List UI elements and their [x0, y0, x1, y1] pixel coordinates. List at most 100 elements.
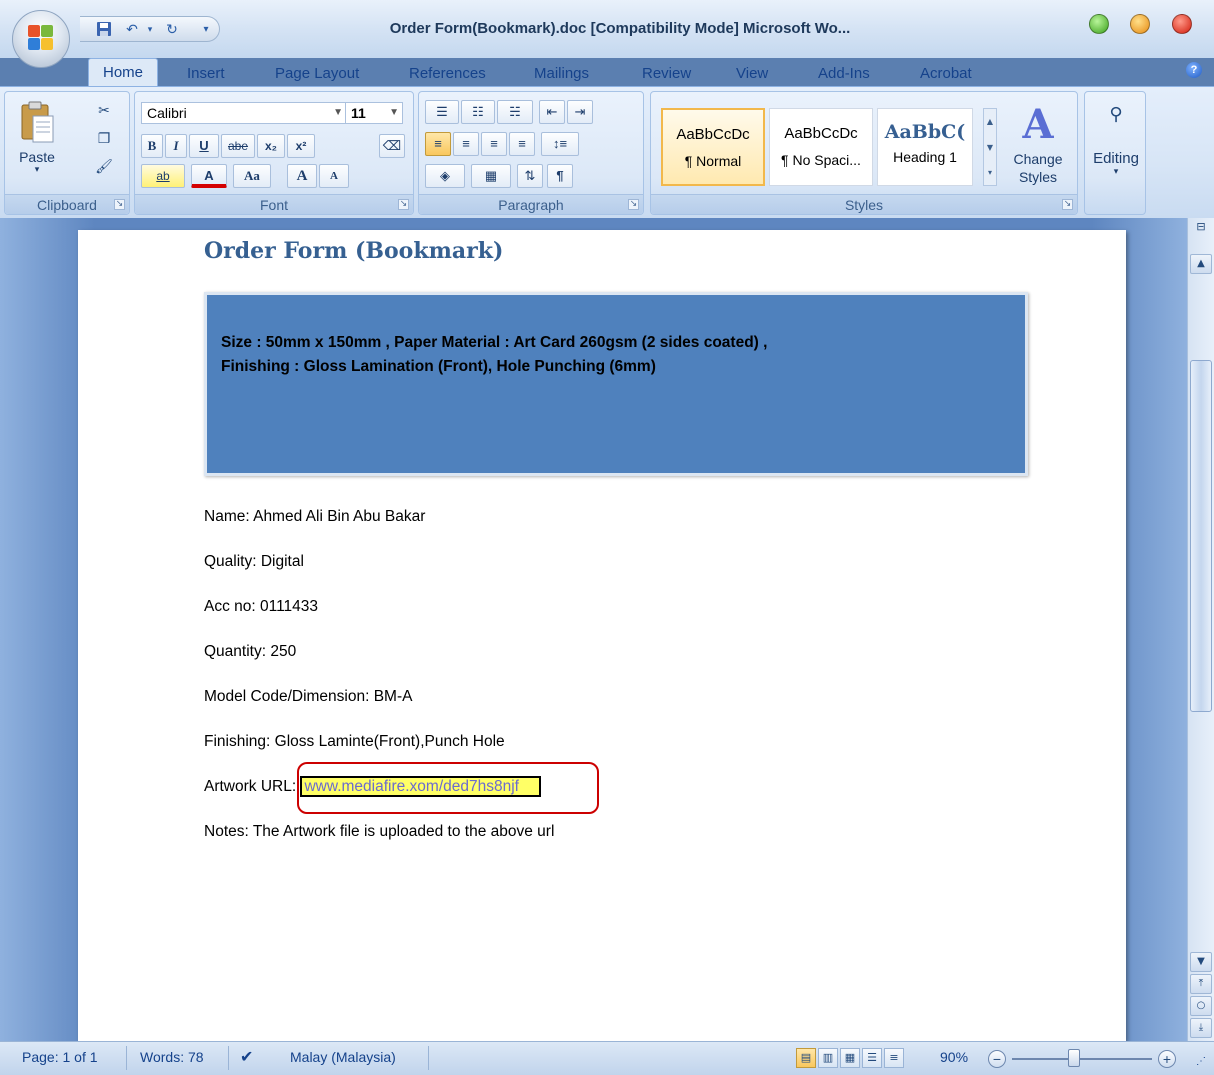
- font-family-select[interactable]: Calibri ▼: [141, 102, 347, 124]
- styles-launcher-icon[interactable]: ↘: [1062, 199, 1073, 210]
- font-size-select[interactable]: 11 ▼: [345, 102, 403, 124]
- tab-review[interactable]: Review: [642, 62, 691, 86]
- justify-icon[interactable]: ≡: [509, 132, 535, 156]
- bullets-icon[interactable]: ☰: [425, 100, 459, 124]
- scroll-down-icon[interactable]: ▼: [1190, 952, 1212, 972]
- editing-dropdown-icon: ▾: [1113, 167, 1119, 177]
- shading-icon[interactable]: ◈: [425, 164, 465, 188]
- language[interactable]: Malay (Malaysia): [290, 1049, 396, 1065]
- sort-icon[interactable]: ⇅: [517, 164, 543, 188]
- outline-icon[interactable]: ☰: [862, 1048, 882, 1068]
- tab-page-layout[interactable]: Page Layout: [275, 62, 359, 86]
- align-left-icon[interactable]: ≡: [425, 132, 451, 156]
- align-right-icon[interactable]: ≡: [481, 132, 507, 156]
- show-formatting-icon[interactable]: ¶: [547, 164, 573, 188]
- close-icon[interactable]: [1172, 14, 1192, 34]
- strikethrough-button[interactable]: abe: [221, 134, 255, 158]
- paste-button[interactable]: Paste ▾: [11, 98, 63, 186]
- zoom-out-icon[interactable]: −: [988, 1050, 1006, 1068]
- decrease-indent-icon[interactable]: ⇤: [539, 100, 565, 124]
- superscript-button[interactable]: x²: [287, 134, 315, 158]
- tab-references[interactable]: References: [409, 62, 486, 86]
- zoom-in-icon[interactable]: +: [1158, 1050, 1176, 1068]
- scroll-thumb[interactable]: [1190, 360, 1212, 712]
- grow-font-button[interactable]: A: [287, 164, 317, 188]
- cut-icon[interactable]: ✂: [93, 100, 115, 122]
- multilevel-list-icon[interactable]: ☵: [497, 100, 533, 124]
- document-page[interactable]: Order Form (Bookmark) Size : 50mm x 150m…: [78, 230, 1126, 1041]
- italic-button[interactable]: I: [165, 134, 187, 158]
- proofing-icon[interactable]: ✔: [240, 1047, 253, 1067]
- tab-home[interactable]: Home: [88, 58, 159, 87]
- style-normal[interactable]: AaBbCcDc ¶ Normal: [661, 108, 765, 186]
- style-no-spacing[interactable]: AaBbCcDc ¶ No Spaci...: [769, 108, 873, 186]
- clear-formatting-icon[interactable]: ⌫: [379, 134, 405, 158]
- styles-scroll[interactable]: ▲ ▼ ▾: [983, 108, 997, 186]
- customize-icon[interactable]: ▾: [196, 21, 216, 39]
- font-color-button[interactable]: A: [191, 164, 227, 188]
- change-case-button[interactable]: Aa: [233, 164, 271, 188]
- tab-insert[interactable]: Insert: [187, 62, 225, 86]
- web-layout-icon[interactable]: ▦: [840, 1048, 860, 1068]
- page-count[interactable]: Page: 1 of 1: [22, 1049, 98, 1065]
- undo-dropdown-icon[interactable]: ▾: [140, 21, 160, 39]
- paragraph-launcher-icon[interactable]: ↘: [628, 199, 639, 210]
- styles-label: Styles: [844, 197, 884, 213]
- font-group: Calibri ▼ 11 ▼ B I U abe x₂ x² ⌫ ab A Aa A…: [134, 91, 414, 215]
- print-layout-icon[interactable]: ▤: [796, 1048, 816, 1068]
- office-button[interactable]: [12, 10, 70, 68]
- paragraph-group-label: Paragraph: [419, 194, 643, 214]
- resize-grip-icon[interactable]: ⋰: [1196, 1056, 1206, 1067]
- editing-group: ⚲ Editing ▾: [1084, 91, 1146, 215]
- zoom-slider-thumb[interactable]: [1068, 1049, 1080, 1067]
- vertical-scrollbar[interactable]: ⊟ ▲ ▼ ⤒ ○ ⤓: [1187, 218, 1214, 1041]
- underline-button[interactable]: U: [189, 134, 219, 158]
- tab-mailings[interactable]: Mailings: [534, 62, 589, 86]
- previous-page-icon[interactable]: ⤒: [1190, 974, 1212, 994]
- borders-icon[interactable]: ▦: [471, 164, 511, 188]
- save-icon[interactable]: [94, 21, 114, 39]
- browse-object-icon[interactable]: ○: [1190, 996, 1212, 1016]
- maximize-icon[interactable]: [1130, 14, 1150, 34]
- scroll-up-icon[interactable]: ▲: [984, 109, 996, 135]
- undo-icon[interactable]: ↶: [122, 21, 142, 39]
- clipboard-launcher-icon[interactable]: ↘: [114, 199, 125, 210]
- minimize-icon[interactable]: [1089, 14, 1109, 34]
- editing-label: Editing: [1093, 150, 1139, 167]
- increase-indent-icon[interactable]: ⇥: [567, 100, 593, 124]
- paste-dropdown-icon[interactable]: ▾: [11, 165, 63, 175]
- draft-icon[interactable]: ≡: [884, 1048, 904, 1068]
- copy-icon[interactable]: ❐: [93, 128, 115, 150]
- numbering-icon[interactable]: ☷: [461, 100, 495, 124]
- editing-button[interactable]: ⚲ Editing ▾: [1089, 100, 1143, 192]
- word-count[interactable]: Words: 78: [140, 1049, 204, 1065]
- spec-box[interactable]: Size : 50mm x 150mm , Paper Material : A…: [204, 292, 1028, 476]
- zoom-slider-track[interactable]: [1012, 1058, 1152, 1060]
- align-center-icon[interactable]: ≡: [453, 132, 479, 156]
- tab-acrobat[interactable]: Acrobat: [920, 62, 972, 86]
- style-sample: AaBbCcDc: [784, 125, 858, 142]
- scroll-down-icon[interactable]: ▼: [984, 135, 996, 161]
- zoom-level[interactable]: 90%: [940, 1049, 968, 1065]
- font-group-label: Font: [135, 194, 413, 214]
- style-heading-1[interactable]: AaBbC( Heading 1: [877, 108, 973, 186]
- subscript-button[interactable]: x₂: [257, 134, 285, 158]
- bold-button[interactable]: B: [141, 134, 163, 158]
- line-spacing-icon[interactable]: ↕≡: [541, 132, 579, 156]
- tab-add-ins[interactable]: Add-Ins: [818, 62, 870, 86]
- font-launcher-icon[interactable]: ↘: [398, 199, 409, 210]
- help-icon[interactable]: ?: [1186, 62, 1202, 78]
- scroll-up-icon[interactable]: ▲: [1190, 254, 1212, 274]
- ruler-toggle-icon[interactable]: ⊟: [1192, 220, 1210, 250]
- format-painter-icon[interactable]: 🖌: [93, 156, 115, 178]
- redo-icon[interactable]: ↻: [162, 21, 182, 39]
- clipboard-group: Paste ▾ ✂ ❐ 🖌 Clipboard ↘: [4, 91, 130, 215]
- change-styles-button[interactable]: A Change Styles: [1005, 100, 1071, 192]
- next-page-icon[interactable]: ⤓: [1190, 1018, 1212, 1038]
- more-styles-icon[interactable]: ▾: [984, 161, 996, 185]
- full-screen-reading-icon[interactable]: ▥: [818, 1048, 838, 1068]
- highlight-button[interactable]: ab: [141, 164, 185, 188]
- field-name: Name: Ahmed Ali Bin Abu Bakar: [204, 508, 426, 525]
- tab-view[interactable]: View: [736, 62, 768, 86]
- shrink-font-button[interactable]: A: [319, 164, 349, 188]
